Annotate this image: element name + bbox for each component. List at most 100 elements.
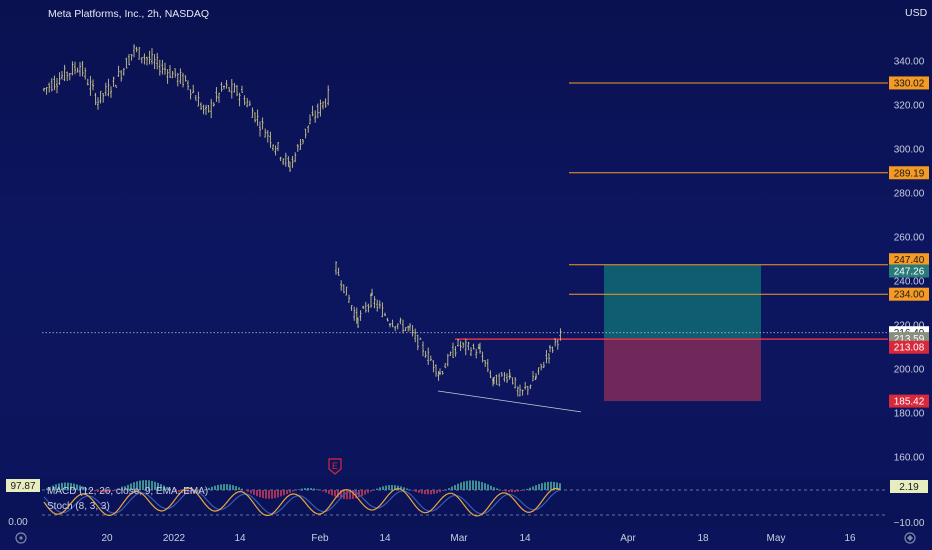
candle xyxy=(202,104,205,115)
candle xyxy=(45,87,48,95)
candle xyxy=(104,82,107,96)
candle xyxy=(307,125,310,133)
candle xyxy=(337,267,340,276)
candle xyxy=(449,351,452,356)
candle xyxy=(409,323,411,331)
candle xyxy=(264,128,267,138)
candle xyxy=(314,110,317,123)
y-tick-label: 240.00 xyxy=(894,277,925,288)
candle xyxy=(99,90,102,104)
candle xyxy=(225,80,228,89)
earnings-marker[interactable]: E xyxy=(328,458,342,475)
stoch-label: Stoch (8, 3, 3) xyxy=(47,501,110,512)
x-tick-label: Feb xyxy=(311,533,329,544)
candle xyxy=(251,107,254,119)
price-tag-label: 234.00 xyxy=(894,290,925,301)
candle xyxy=(532,370,534,382)
candle xyxy=(238,92,241,107)
candle xyxy=(79,61,81,77)
price-tag: 213.08 xyxy=(889,340,929,354)
candle xyxy=(43,87,45,92)
auto-scale-icon[interactable] xyxy=(904,532,916,544)
candle xyxy=(556,339,559,350)
candle xyxy=(472,343,475,350)
candle xyxy=(197,91,200,107)
chart-canvas[interactable]: Meta Platforms, Inc., 2h, NASDAQ USD 160… xyxy=(0,0,932,550)
candle xyxy=(187,80,189,91)
support-trend-line xyxy=(437,390,582,413)
candle xyxy=(63,64,66,82)
candle xyxy=(112,76,115,88)
x-axis: 20 2022 14 Feb 14 Mar 14 Apr 18 May 16 xyxy=(101,533,856,544)
candle xyxy=(548,353,550,364)
candle xyxy=(166,69,169,84)
price-levels[interactable] xyxy=(42,82,888,413)
candle xyxy=(81,60,84,77)
candle xyxy=(120,70,123,82)
price-tag-label: 213.08 xyxy=(894,343,925,354)
candle xyxy=(302,138,304,145)
candle xyxy=(176,72,179,87)
candle xyxy=(511,377,514,385)
candle xyxy=(414,328,417,343)
candle xyxy=(74,61,76,75)
candle xyxy=(439,368,441,376)
candle xyxy=(371,288,373,297)
price-tag: 330.02 xyxy=(889,76,929,90)
candle xyxy=(284,152,287,167)
x-tick-label: 2022 xyxy=(163,533,186,544)
candle xyxy=(489,370,492,379)
settings-icon[interactable] xyxy=(15,532,27,544)
candle xyxy=(378,300,381,309)
candle xyxy=(376,299,379,312)
candle xyxy=(389,322,391,328)
candle xyxy=(261,117,264,130)
candle xyxy=(102,93,105,103)
candle xyxy=(158,59,161,76)
candle xyxy=(359,310,362,321)
candle xyxy=(381,302,384,318)
candle xyxy=(68,73,71,81)
candle xyxy=(462,342,465,349)
x-tick-label: 14 xyxy=(234,533,246,544)
earnings-marker-label: E xyxy=(332,461,338,471)
candle xyxy=(246,97,249,108)
price-tag: 289.19 xyxy=(889,166,929,180)
candle xyxy=(464,338,467,356)
candle xyxy=(407,325,410,332)
candle xyxy=(194,94,197,101)
candle xyxy=(125,57,128,69)
candle xyxy=(353,306,356,321)
candle xyxy=(218,92,220,103)
candle xyxy=(537,367,540,375)
candle xyxy=(241,85,243,93)
candle xyxy=(71,61,74,76)
candle xyxy=(452,342,454,358)
candle xyxy=(130,53,133,61)
candle xyxy=(122,67,125,76)
candle xyxy=(429,355,432,361)
y-tick-label: 300.00 xyxy=(894,145,925,156)
candle xyxy=(259,121,261,137)
candle xyxy=(215,87,218,102)
candle xyxy=(140,57,143,64)
candle xyxy=(486,358,489,373)
candle xyxy=(396,323,399,330)
y-tick-label: 280.00 xyxy=(894,189,925,200)
candle xyxy=(411,325,414,337)
candle xyxy=(94,92,97,106)
candle xyxy=(192,84,195,94)
candle xyxy=(384,312,386,317)
candle xyxy=(475,348,478,359)
candle xyxy=(84,67,87,80)
candle xyxy=(402,319,404,334)
candle xyxy=(404,327,407,332)
candle xyxy=(535,373,537,380)
candle xyxy=(146,56,148,66)
candle xyxy=(470,347,472,357)
price-tag: 247.26 xyxy=(889,264,929,278)
candle xyxy=(138,47,141,60)
candle xyxy=(362,305,365,309)
candle xyxy=(153,54,156,70)
candle xyxy=(435,364,437,377)
